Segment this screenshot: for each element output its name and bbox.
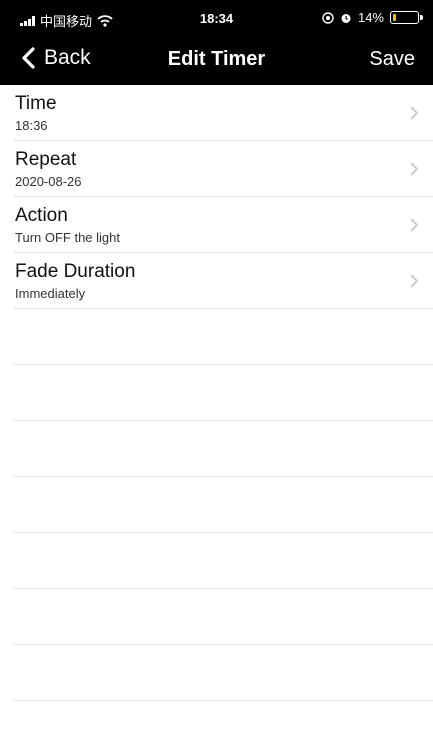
row-label: Time [15, 93, 57, 114]
chevron-right-icon [410, 162, 419, 176]
row-label: Fade Duration [15, 261, 136, 282]
empty-row [13, 365, 433, 421]
row-time[interactable]: Time 18:36 [13, 85, 433, 141]
row-value: 2020-08-26 [15, 174, 82, 189]
page-title: Edit Timer [167, 48, 266, 70]
row-value: 18:36 [15, 118, 48, 133]
empty-row [13, 477, 433, 533]
empty-row [13, 589, 433, 645]
row-fade-duration[interactable]: Fade Duration Immediately [13, 253, 433, 309]
empty-row [13, 421, 433, 477]
status-bar: 中国移动 18:34 14% [0, 0, 433, 36]
row-repeat[interactable]: Repeat 2020-08-26 [13, 141, 433, 197]
empty-row [13, 309, 433, 365]
chevron-right-icon [410, 218, 419, 232]
chevron-right-icon [410, 106, 419, 120]
battery-level [393, 14, 396, 21]
battery-percent: 14% [357, 10, 384, 25]
row-value: Turn OFF the light [15, 230, 120, 245]
chevron-right-icon [410, 274, 419, 288]
row-action[interactable]: Action Turn OFF the light [13, 197, 433, 253]
settings-list: Time 18:36 Repeat 2020-08-26 Action Turn… [13, 85, 433, 701]
navigation-bar: Back Edit Timer Save [0, 40, 433, 80]
alarm-icon [341, 13, 351, 23]
battery-icon [390, 11, 423, 24]
empty-row [13, 533, 433, 589]
location-icon [322, 11, 334, 24]
row-label: Repeat [15, 149, 77, 170]
save-button[interactable]: Save [369, 48, 415, 71]
row-value: Immediately [15, 286, 86, 301]
empty-row [13, 645, 433, 701]
row-label: Action [15, 205, 68, 226]
header: 中国移动 18:34 14% Back Edit Timer Save [0, 0, 433, 85]
